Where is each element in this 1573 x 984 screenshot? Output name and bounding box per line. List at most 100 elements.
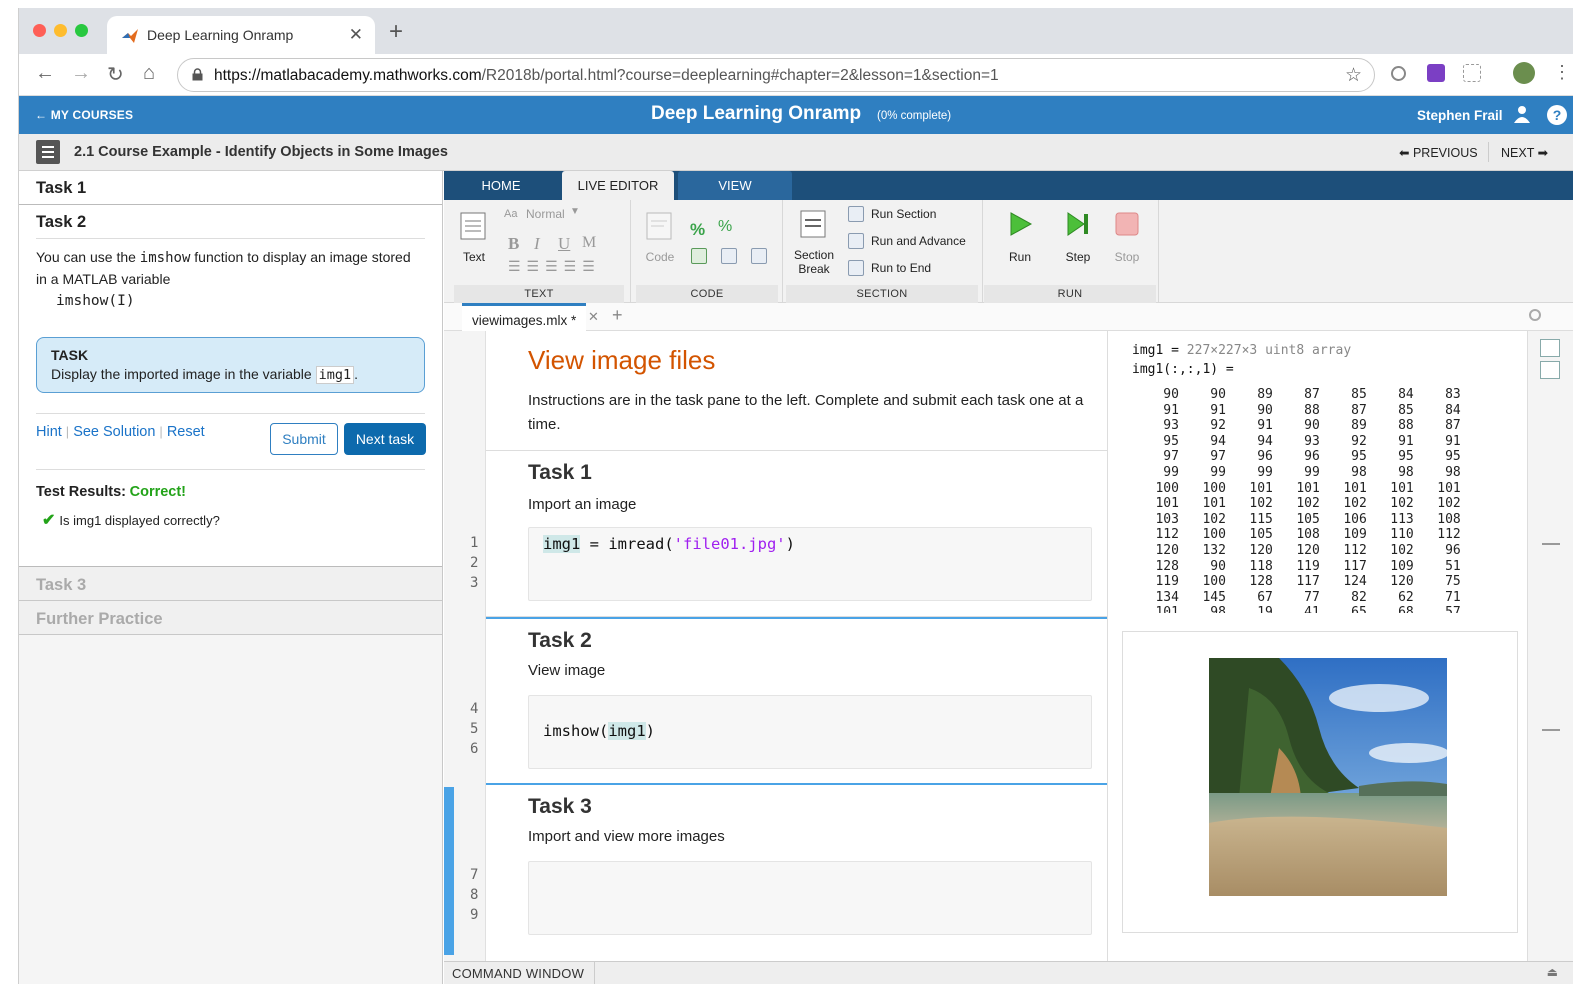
forward-arrow-icon[interactable]: → (71, 62, 91, 85)
code-block-2[interactable]: imshow(img1) (528, 695, 1092, 769)
next-task-button[interactable]: Next task (344, 423, 426, 455)
intro-section[interactable]: View image files Instructions are in the… (486, 331, 1107, 451)
style-select[interactable]: Normal (526, 207, 565, 221)
monospace-icon[interactable]: M (582, 234, 596, 252)
my-courses-link[interactable]: ← MY COURSES (35, 108, 133, 122)
user-name[interactable]: Stephen Frail (1417, 108, 1503, 123)
tab-home[interactable]: HOME (444, 171, 558, 200)
settings-circle-icon[interactable] (1529, 309, 1541, 321)
output-inline-icon[interactable] (1540, 339, 1560, 357)
lock-icon (192, 68, 203, 81)
previous-link[interactable]: ⬅ PREVIOUS (1399, 145, 1478, 160)
stop-icon[interactable] (1114, 210, 1140, 238)
italic-icon[interactable]: I (534, 234, 540, 254)
further-practice-header[interactable]: Further Practice (19, 601, 442, 635)
tab-view[interactable]: VIEW (678, 171, 792, 200)
matrix-row: 93 92 91 90 89 88 87 (1132, 418, 1461, 434)
text-icon[interactable] (460, 212, 486, 240)
extension-circle-icon[interactable] (1391, 66, 1406, 81)
list-format-icons[interactable]: ☰☰☰☰☰ (508, 258, 601, 275)
file-tab-viewimages[interactable]: viewimages.mlx * (462, 303, 587, 331)
step-icon[interactable] (1065, 210, 1091, 238)
close-tab-icon[interactable]: ✕ (349, 25, 363, 45)
group-code-label: CODE (636, 285, 778, 303)
group-run-label: RUN (984, 285, 1156, 303)
close-window-icon[interactable] (33, 24, 46, 37)
intro-text: Instructions are in the task pane to the… (528, 392, 1084, 433)
browser-tab[interactable]: Deep Learning Onramp ✕ (107, 16, 375, 54)
section-break-icon[interactable] (800, 210, 826, 238)
underline-icon[interactable]: U (558, 234, 570, 254)
step-button[interactable]: Step (1060, 250, 1096, 264)
line-number: 8 (470, 887, 479, 903)
uncomment-icon[interactable]: % (718, 218, 732, 236)
extension-frame-icon[interactable] (1463, 64, 1481, 82)
task3-header[interactable]: Task 3 (19, 567, 442, 601)
matrix-row: 99 99 99 99 98 98 98 (1132, 464, 1461, 480)
command-window-bar[interactable]: COMMAND WINDOW ⏏ (444, 961, 1573, 984)
help-icon[interactable]: ? (1547, 105, 1567, 125)
see-solution-link[interactable]: See Solution (73, 424, 155, 440)
section-break-button[interactable]: Section Break (788, 248, 840, 276)
run-to-end-icon[interactable] (848, 260, 864, 276)
matrix-row: 101 98 19 41 65 68 57 (1132, 605, 1461, 613)
task2-section[interactable]: Task 2 View image imshow(img1) (486, 617, 1107, 785)
insert-function-icon[interactable] (691, 248, 707, 264)
bold-icon[interactable]: B (508, 234, 519, 254)
task1-header[interactable]: Task 1 (19, 171, 442, 205)
run-button[interactable]: Run (1002, 250, 1038, 264)
increase-indent-icon[interactable] (751, 248, 767, 264)
tab-live-editor[interactable]: LIVE EDITOR (562, 171, 674, 200)
run-to-end-button[interactable]: Run to End (871, 261, 931, 275)
task1-section[interactable]: Task 1 Import an image img1 = imread('fi… (486, 451, 1107, 617)
minimize-window-icon[interactable] (54, 24, 67, 37)
reset-link[interactable]: Reset (167, 424, 205, 440)
figure-output[interactable] (1122, 631, 1518, 933)
comment-icon[interactable]: % (690, 220, 705, 240)
reload-icon[interactable]: ↻ (107, 62, 124, 87)
bookmark-star-icon[interactable]: ☆ (1345, 64, 1362, 87)
run-icon[interactable] (1007, 210, 1033, 238)
matrix-row: 95 94 94 93 92 91 91 (1132, 433, 1461, 449)
style-aa-icon: Aa (504, 208, 518, 220)
output-right-icon[interactable] (1540, 361, 1560, 379)
code-icon[interactable] (646, 212, 672, 240)
back-arrow-icon[interactable]: ← (35, 62, 55, 85)
arrow-right-icon: ➡ (1534, 146, 1549, 160)
new-tab-icon[interactable]: + (389, 18, 403, 46)
task3-section[interactable]: Task 3 Import and view more images (486, 785, 1107, 961)
onenote-extension-icon[interactable] (1427, 64, 1445, 82)
stop-button[interactable]: Stop (1109, 250, 1145, 264)
expand-icon[interactable]: ⏏ (1547, 965, 1558, 979)
run-section-button[interactable]: Run Section (871, 207, 936, 221)
run-and-advance-icon[interactable] (848, 233, 864, 249)
close-file-tab-icon[interactable]: ✕ (588, 309, 599, 325)
matrix-row: 91 91 90 88 87 85 84 (1132, 402, 1461, 418)
matrix-row: 134 145 67 77 82 62 71 (1132, 589, 1461, 605)
submit-button[interactable]: Submit (270, 423, 338, 455)
address-bar[interactable]: https://matlabacademy.mathworks.com/R201… (177, 58, 1375, 92)
run-and-advance-button[interactable]: Run and Advance (871, 234, 966, 248)
decrease-indent-icon[interactable] (721, 248, 737, 264)
section-marker (1542, 729, 1560, 731)
hint-link[interactable]: Hint (36, 424, 62, 440)
divider (782, 200, 783, 303)
user-icon[interactable] (1513, 105, 1531, 123)
divider (1488, 142, 1489, 162)
task-instruction-box: TASK Display the imported image in the v… (36, 337, 425, 393)
maximize-window-icon[interactable] (75, 24, 88, 37)
new-file-tab-icon[interactable]: + (612, 305, 623, 326)
hamburger-menu-icon[interactable] (36, 140, 60, 164)
code-button[interactable]: Code (642, 250, 678, 264)
text-button[interactable]: Text (456, 250, 492, 264)
profile-avatar[interactable] (1513, 62, 1535, 84)
test-check-item: ✔ Is img1 displayed correctly? (42, 512, 220, 529)
next-link[interactable]: NEXT ➡ (1501, 145, 1548, 160)
code-block-3[interactable] (528, 861, 1092, 935)
browser-menu-icon[interactable]: ⋮ (1553, 62, 1571, 83)
matrix-row: 128 90 118 119 117 109 51 (1132, 558, 1461, 574)
run-section-icon[interactable] (848, 206, 864, 222)
code-block-1[interactable]: img1 = imread('file01.jpg') (528, 527, 1092, 601)
home-icon[interactable]: ⌂ (143, 62, 155, 85)
command-window-label: COMMAND WINDOW (452, 966, 585, 981)
